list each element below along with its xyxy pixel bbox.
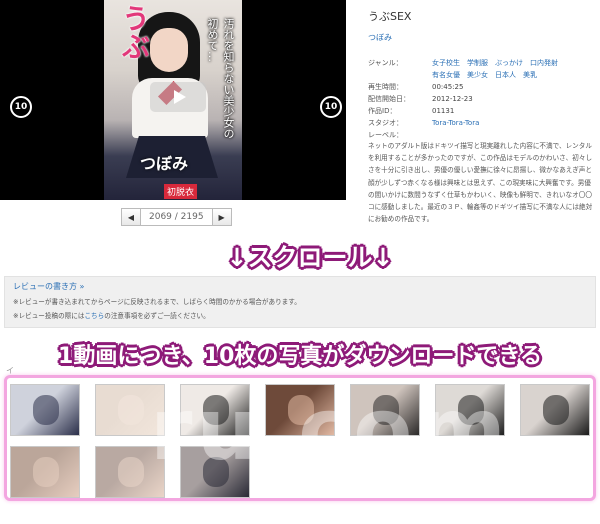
genre-label: ジャンル： bbox=[368, 59, 403, 67]
prev-video-button[interactable]: ◀ bbox=[121, 208, 141, 226]
thumbnail-figure bbox=[33, 395, 59, 425]
genre-link[interactable]: 有名女優 bbox=[432, 69, 460, 81]
cover-name: つぼみ bbox=[140, 154, 189, 173]
duration-label: 再生時間： bbox=[368, 83, 403, 91]
studio-label: スタジオ： bbox=[368, 119, 403, 127]
release-date-value: 2012-12-23 bbox=[432, 95, 473, 103]
photo-thumbnail[interactable] bbox=[10, 446, 80, 498]
genre-link[interactable]: ぶっかけ bbox=[495, 57, 523, 69]
video-info-panel: うぶSEX つぼみ ジャンル： 女子校生 学制服 ぶっかけ 口内発射 有名女優 … bbox=[368, 8, 594, 141]
photo-thumbnail[interactable] bbox=[95, 384, 165, 436]
studio-link[interactable]: Tora-Tora-Tora bbox=[432, 117, 479, 129]
genre-link[interactable]: 学制服 bbox=[467, 57, 488, 69]
actress-link[interactable]: つぼみ bbox=[368, 32, 594, 43]
review-note-2: ※レビュー投稿の際にはこちらの注意事項を必ずご一読ください。 bbox=[13, 310, 587, 320]
cover-tagline: 汚れを知らない美少女の初めて… bbox=[206, 18, 235, 139]
cover-figure-face bbox=[150, 28, 188, 72]
cover-title: うぶ bbox=[118, 4, 151, 60]
video-id-label: 作品ID： bbox=[368, 107, 397, 115]
review-rules-link[interactable]: こちら bbox=[84, 312, 104, 320]
release-date-label: 配信開始日： bbox=[368, 95, 410, 103]
thumbnail-figure bbox=[118, 457, 144, 487]
genre-link[interactable]: 美乳 bbox=[523, 69, 537, 81]
thumbnail-figure bbox=[203, 457, 229, 487]
video-position: 2069 / 2195 bbox=[141, 208, 212, 226]
video-player[interactable]: うぶ 汚れを知らない美少女の初めて… つぼみ 初脱衣 10 10 bbox=[0, 0, 346, 200]
thumbnail-figure bbox=[543, 395, 569, 425]
photo-thumbnail[interactable] bbox=[95, 446, 165, 498]
thumbnail-figure bbox=[288, 395, 314, 425]
video-title: うぶSEX bbox=[368, 10, 412, 23]
genre-link[interactable]: 美少女 bbox=[467, 69, 488, 81]
thumbnail-figure bbox=[33, 457, 59, 487]
photo-thumbnail[interactable] bbox=[435, 384, 505, 436]
thumbnail-figure bbox=[373, 395, 399, 425]
photo-thumbnail[interactable] bbox=[350, 384, 420, 436]
photo-download-caption: 1動画につき、10枚の写真がダウンロードできる bbox=[58, 344, 542, 369]
play-button[interactable] bbox=[150, 82, 206, 112]
photo-thumbnail[interactable] bbox=[520, 384, 590, 436]
thumbnail-figure bbox=[458, 395, 484, 425]
genre-list: 女子校生 学制服 ぶっかけ 口内発射 有名女優 美少女 日本人 美乳 bbox=[432, 57, 582, 81]
photo-thumbnail[interactable] bbox=[180, 384, 250, 436]
next-video-button[interactable]: ▶ bbox=[211, 208, 232, 226]
video-description: ネットのアダルト版はドキツイ描写と現実離れした内容に不満で、レンタルを利用するこ… bbox=[368, 142, 593, 224]
review-note-2-suffix: の注意事項を必ずご一読ください。 bbox=[104, 312, 210, 320]
review-howto-link[interactable]: レビューの書き方 » bbox=[13, 281, 587, 292]
forward-10-icon[interactable]: 10 bbox=[320, 96, 342, 118]
duration-value: 00:45:25 bbox=[432, 83, 464, 91]
rewind-10-icon[interactable]: 10 bbox=[10, 96, 32, 118]
video-metadata: ジャンル： 女子校生 学制服 ぶっかけ 口内発射 有名女優 美少女 日本人 美乳… bbox=[368, 57, 594, 141]
photo-thumbnail[interactable] bbox=[180, 446, 250, 498]
review-note-1: ※レビューが書き込まれてからページに反映されるまで、しばらく時間のかかる場合があ… bbox=[13, 298, 301, 306]
genre-link[interactable]: 口内発射 bbox=[530, 57, 558, 69]
thumbnail-figure bbox=[203, 395, 229, 425]
cover-brand-badge: 初脱衣 bbox=[164, 184, 198, 199]
genre-link[interactable]: 日本人 bbox=[495, 69, 516, 81]
video-id-value: 01131 bbox=[432, 107, 455, 115]
review-box: レビューの書き方 » ※レビューが書き込まれてからページに反映されるまで、しばら… bbox=[4, 276, 596, 328]
thumbnail-figure bbox=[118, 395, 144, 425]
photo-thumbnail[interactable] bbox=[265, 384, 335, 436]
genre-link[interactable]: 女子校生 bbox=[432, 57, 460, 69]
review-note-2-prefix: ※レビュー投稿の際には bbox=[13, 312, 85, 320]
photo-thumbnail[interactable] bbox=[10, 384, 80, 436]
video-pager: ◀ 2069 / 2195 ▶ bbox=[121, 208, 232, 226]
scroll-annotation: ↓スクロール↓ bbox=[226, 243, 394, 272]
